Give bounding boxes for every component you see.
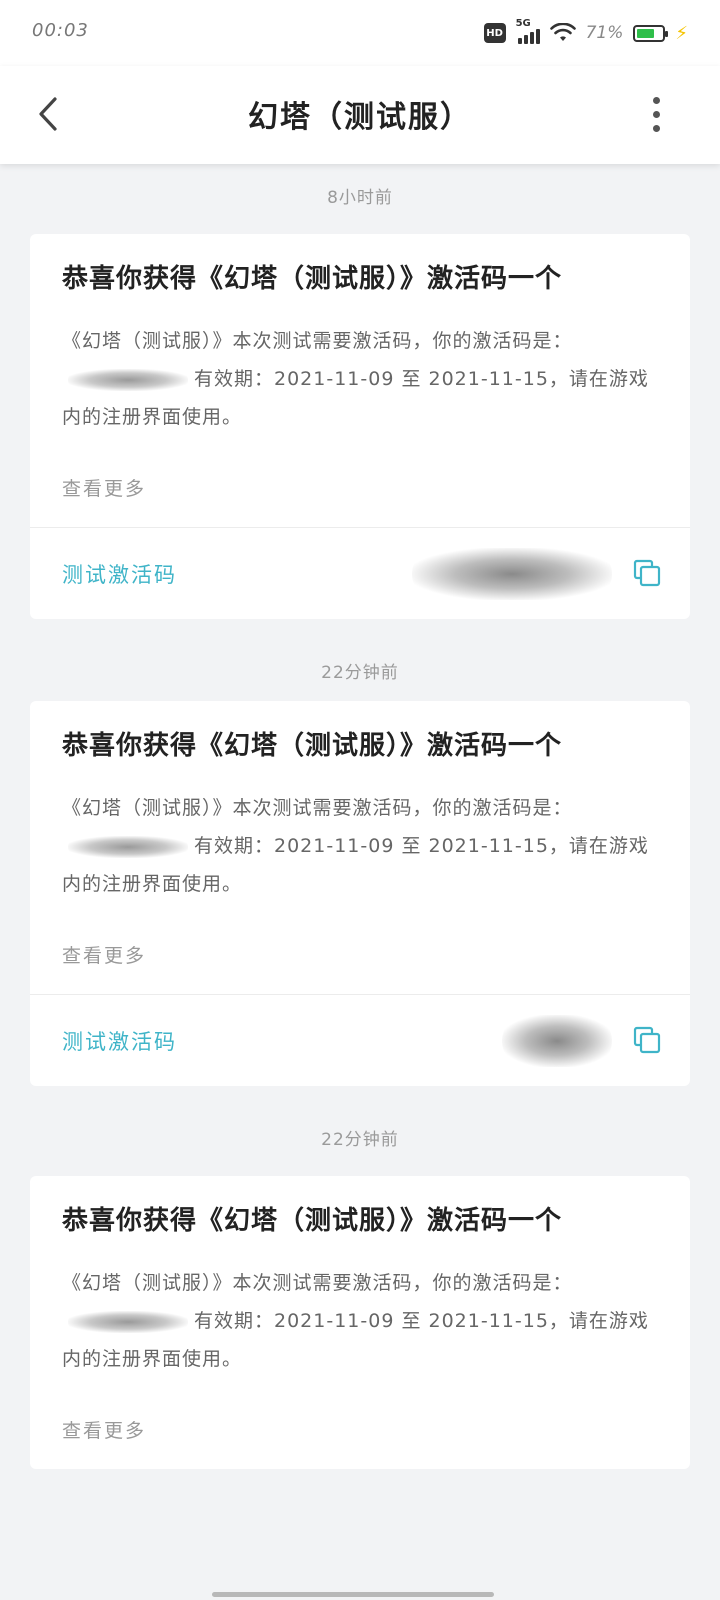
wifi-icon [549,23,576,41]
message-card: 恭喜你获得《幻塔（测试服）》激活码一个 《幻塔（测试服）》本次测试需要激活码，你… [30,234,690,619]
card-body: 恭喜你获得《幻塔（测试服）》激活码一个 《幻塔（测试服）》本次测试需要激活码，你… [30,1176,690,1469]
activation-code-label: 测试激活码 [62,1029,177,1054]
copy-icon[interactable] [632,558,662,588]
signal-icon: 5G [516,18,540,44]
message-title: 恭喜你获得《幻塔（测试服）》激活码一个 [62,731,563,761]
message-title: 恭喜你获得《幻塔（测试服）》激活码一个 [62,264,563,294]
redacted-code [412,548,612,600]
message-card: 恭喜你获得《幻塔（测试服）》激活码一个 《幻塔（测试服）》本次测试需要激活码，你… [30,1176,690,1469]
more-options-button[interactable] [644,92,668,136]
message-feed[interactable]: 8小时前 恭喜你获得《幻塔（测试服）》激活码一个 《幻塔（测试服）》本次测试需要… [0,164,720,1600]
view-more-link[interactable]: 查看更多 [62,474,658,501]
home-indicator[interactable] [212,1592,494,1597]
message-title: 恭喜你获得《幻塔（测试服）》激活码一个 [62,1206,563,1236]
card-body: 恭喜你获得《幻塔（测试服）》激活码一个 《幻塔（测试服）》本次测试需要激活码，你… [30,234,690,527]
card-body: 恭喜你获得《幻塔（测试服）》激活码一个 《幻塔（测试服）》本次测试需要激活码，你… [30,701,690,994]
message-description: 《幻塔（测试服）》本次测试需要激活码，你的激活码是：有效期：2021-11-09… [62,322,658,436]
network-type-label: 5G [515,18,531,29]
view-more-link[interactable]: 查看更多 [62,1416,658,1443]
battery-percent: 71% [585,23,624,43]
status-icons: HD 5G 71% ⚡ [483,18,688,46]
redacted-code [502,1015,612,1067]
page-title: 幻塔（测试服） [248,100,472,135]
message-timestamp: 22分钟前 [321,1130,399,1150]
battery-level-fill [637,28,655,38]
view-more-link[interactable]: 查看更多 [62,941,658,968]
hd-icon: HD [483,23,506,43]
activation-code-label: 测试激活码 [62,562,177,587]
message-description: 《幻塔（测试服）》本次测试需要激活码，你的激活码是：有效期：2021-11-09… [62,789,658,903]
app-bar: 幻塔（测试服） [0,66,720,164]
activation-code-row: 测试激活码 [30,994,690,1086]
more-vertical-icon [652,96,660,104]
redacted-code [68,1310,188,1333]
redacted-code [68,835,188,858]
activation-code-row: 测试激活码 [30,527,690,619]
redacted-code [68,368,188,391]
message-card: 恭喜你获得《幻塔（测试服）》激活码一个 《幻塔（测试服）》本次测试需要激活码，你… [30,701,690,1086]
copy-icon[interactable] [632,1025,662,1055]
description-prefix: 《幻塔（测试服）》本次测试需要激活码，你的激活码是： [62,1272,573,1294]
battery-icon [633,24,669,42]
message-timestamp: 8小时前 [327,188,393,208]
description-prefix: 《幻塔（测试服）》本次测试需要激活码，你的激活码是： [62,797,573,819]
charging-icon: ⚡ [675,22,688,44]
message-description: 《幻塔（测试服）》本次测试需要激活码，你的激活码是：有效期：2021-11-09… [62,1264,658,1378]
status-bar: 00:03 HD 5G 71% ⚡ [0,0,720,66]
message-timestamp: 22分钟前 [321,663,399,683]
status-time: 00:03 [32,20,89,41]
description-prefix: 《幻塔（测试服）》本次测试需要激活码，你的激活码是： [62,330,573,352]
